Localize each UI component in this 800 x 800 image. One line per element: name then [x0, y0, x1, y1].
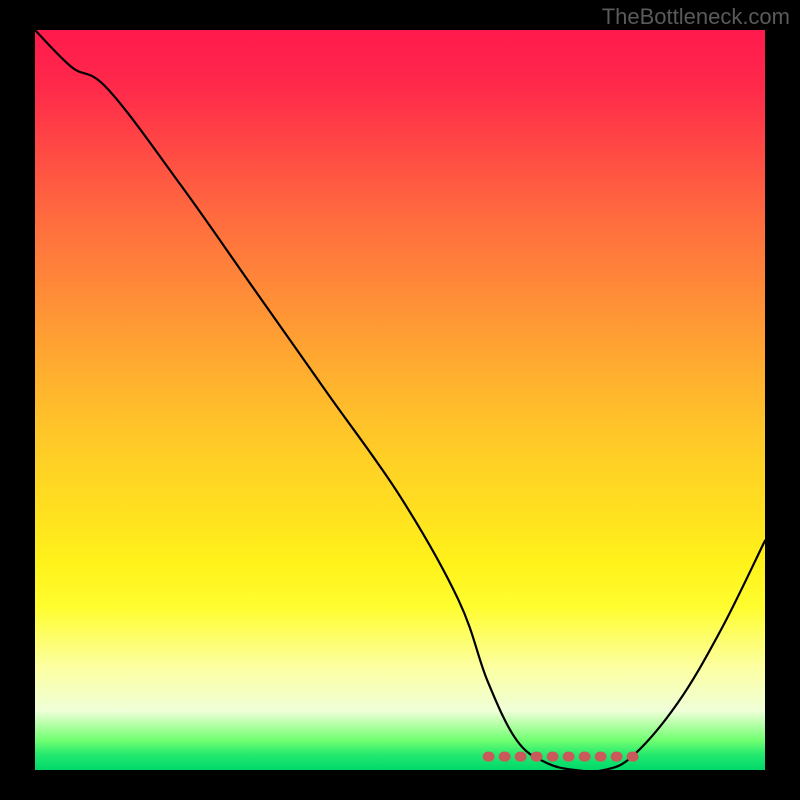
chart-plot-area: [35, 30, 765, 770]
bottleneck-curve: [35, 30, 765, 772]
watermark-text: TheBottleneck.com: [602, 4, 790, 30]
chart-svg: [35, 30, 765, 770]
